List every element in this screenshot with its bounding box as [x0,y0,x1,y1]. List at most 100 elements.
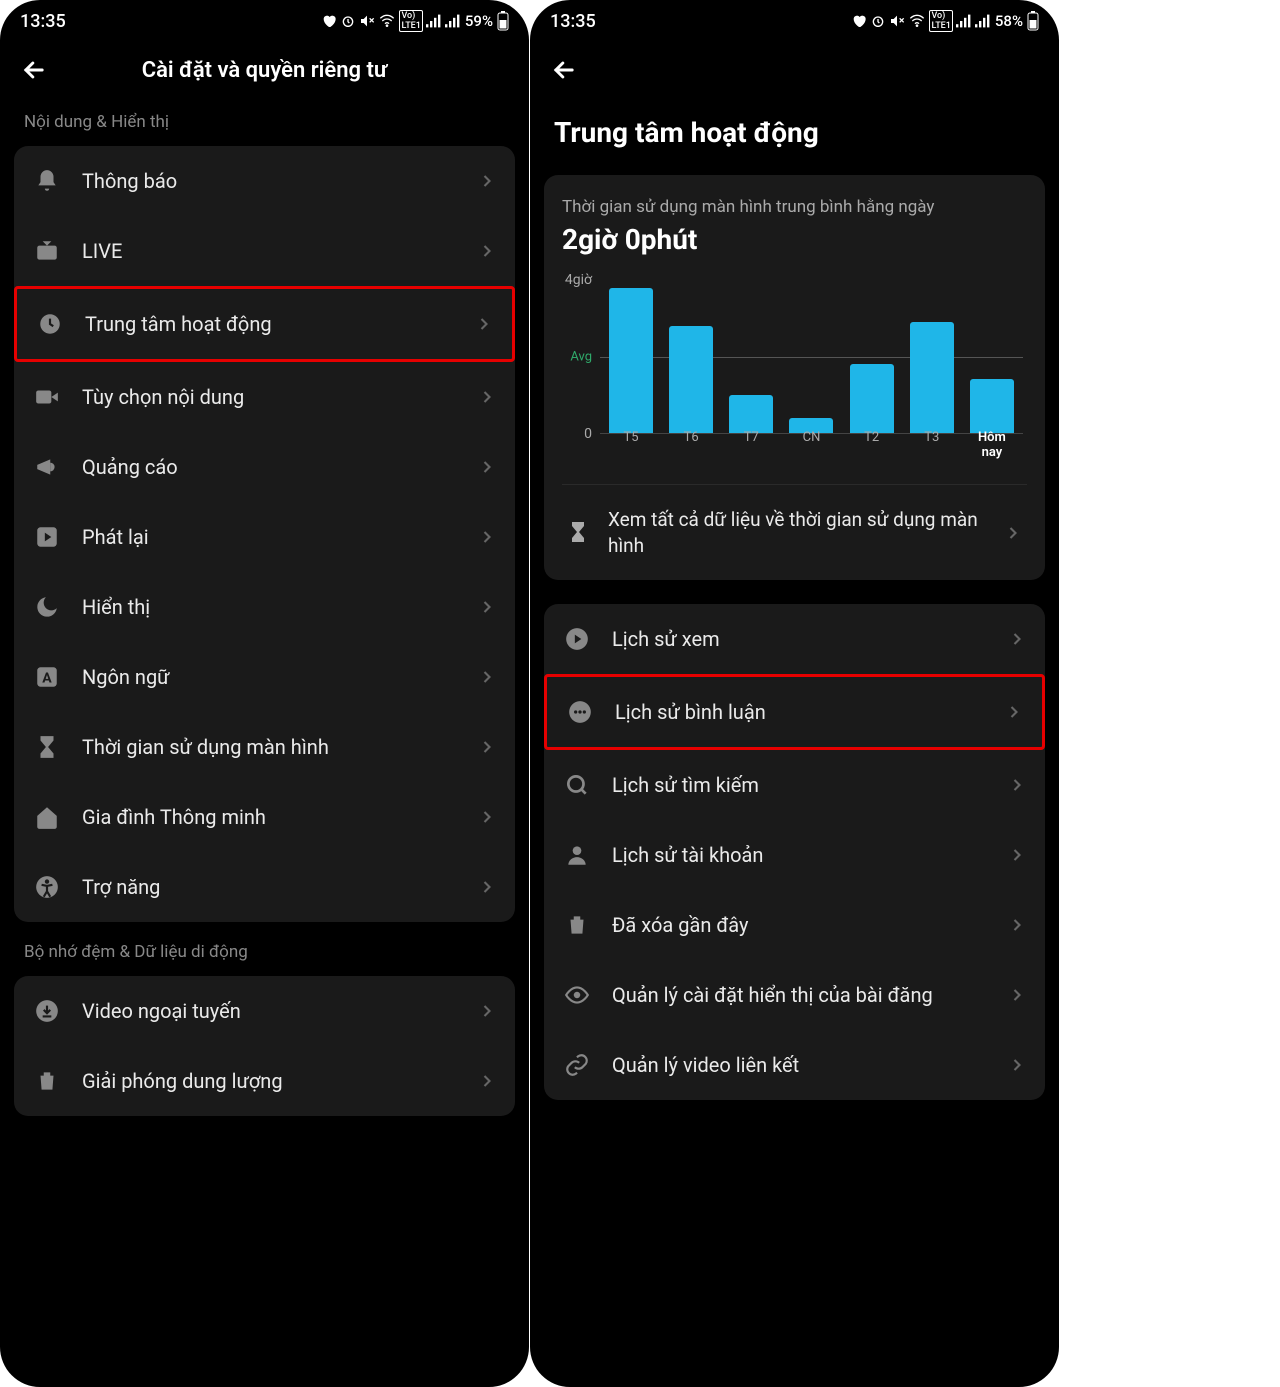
list-item-label: Trợ năng [82,875,477,899]
chart-area: 4giờ Avg 0 T5T6T7CNT2T3Hôm nay [600,280,1023,460]
history-item-eye[interactable]: Quản lý cài đặt hiển thị của bài đăng [544,960,1045,1030]
accessibility-icon [32,872,62,902]
x-label: Hôm nay [970,430,1014,460]
chart-bar [669,326,713,433]
chevron-right-icon [1007,985,1027,1005]
status-right: Vo)LTE1 58% [851,10,1039,32]
clock-icon [35,309,65,339]
download-icon [32,996,62,1026]
megaphone-icon [32,452,62,482]
bell-icon [32,166,62,196]
settings-item-moon[interactable]: Hiển thị [14,572,515,642]
history-item-link[interactable]: Quản lý video liên kết [544,1030,1045,1100]
settings-card-2: Video ngoại tuyến Giải phóng dung lượng [14,976,515,1116]
x-label: T6 [669,430,713,460]
battery-percent: 58% [995,12,1023,30]
chevron-right-icon [1007,1055,1027,1075]
settings-item-clock[interactable]: Trung tâm hoạt động [14,286,515,362]
list-item-label: Tùy chọn nội dung [82,385,477,409]
list-item-label: Đã xóa gần đây [612,913,1007,937]
search-icon [562,770,592,800]
settings-item-tv[interactable]: LIVE [14,216,515,286]
chevron-right-icon [1007,915,1027,935]
chart-bar [850,364,894,433]
mute-icon [359,13,375,29]
x-label: CN [789,430,833,460]
list-item-label: Phát lại [82,525,477,549]
history-item-play-circle[interactable]: Lịch sử xem [544,604,1045,674]
signal-icon-2 [445,14,461,28]
settings-item-lang[interactable]: ANgôn ngữ [14,642,515,712]
moon-icon [32,592,62,622]
cache-item-trash[interactable]: Giải phóng dung lượng [14,1046,515,1116]
heart-icon [321,13,337,29]
comment-icon [565,697,595,727]
settings-item-home[interactable]: Gia đình Thông minh [14,782,515,852]
list-item-label: Lịch sử tài khoản [612,843,1007,867]
play-circle-icon [562,624,592,654]
chevron-right-icon [477,877,497,897]
chart-plot [600,280,1023,434]
chevron-right-icon [1004,702,1024,722]
battery-icon [497,11,509,31]
y-label-zero: 0 [584,426,592,442]
chevron-right-icon [1003,523,1023,543]
list-item-label: Hiển thị [82,595,477,619]
chart-bar [970,379,1014,433]
settings-item-play-square[interactable]: Phát lại [14,502,515,572]
list-item-label: Lịch sử bình luận [615,700,1004,724]
chart-bars [600,280,1023,433]
history-item-search[interactable]: Lịch sử tìm kiếm [544,750,1045,820]
list-item-label: Thời gian sử dụng màn hình [82,735,477,759]
settings-item-megaphone[interactable]: Quảng cáo [14,432,515,502]
chevron-right-icon [477,171,497,191]
list-item-label: Lịch sử xem [612,627,1007,651]
list-item-label: Giải phóng dung lượng [82,1069,477,1093]
battery-icon [1027,11,1039,31]
back-button[interactable] [16,52,52,88]
list-item-label: Lịch sử tìm kiếm [612,773,1007,797]
settings-item-accessibility[interactable]: Trợ năng [14,852,515,922]
back-arrow-icon [550,56,578,84]
tv-icon [32,236,62,266]
chevron-right-icon [1007,845,1027,865]
chart-bar [729,395,773,433]
header: Cài đặt và quyền riêng tư [0,38,529,98]
section-label-cache: Bộ nhớ đệm & Dữ liệu di động [0,928,529,970]
chevron-right-icon [477,527,497,547]
header [530,38,1059,98]
lang-icon: A [32,662,62,692]
settings-item-bell[interactable]: Thông báo [14,146,515,216]
chart-subtitle: Thời gian sử dụng màn hình trung bình hằ… [562,197,1027,217]
list-item-label: Trung tâm hoạt động [85,312,474,336]
status-time: 13:35 [550,11,596,32]
play-square-icon [32,522,62,552]
settings-item-hourglass[interactable]: Thời gian sử dụng màn hình [14,712,515,782]
view-all-screen-time[interactable]: Xem tất cả dữ liệu về thời gian sử dụng … [562,484,1027,580]
phone-left-settings: 13:35 Vo)LTE1 59% Cài đặt và quyền riêng… [0,0,529,1387]
header-title: Cài đặt và quyền riêng tư [0,58,529,83]
chevron-right-icon [477,667,497,687]
mute-icon [889,13,905,29]
history-card: Lịch sử xem Lịch sử bình luận Lịch sử tìm … [544,604,1045,1100]
settings-item-video[interactable]: Tùy chọn nội dung [14,362,515,432]
chart-bar [910,322,954,433]
heart-icon [851,13,867,29]
list-item-label: LIVE [82,239,477,263]
list-item-label: Quản lý cài đặt hiển thị của bài đăng [612,983,1007,1007]
screen-time-card: Thời gian sử dụng màn hình trung bình hằ… [544,175,1045,580]
chevron-right-icon [477,457,497,477]
back-button[interactable] [546,52,582,88]
chevron-right-icon [477,1001,497,1021]
history-item-trash[interactable]: Đã xóa gần đây [544,890,1045,960]
x-label: T7 [729,430,773,460]
list-item-label: Quản lý video liên kết [612,1053,1007,1077]
chevron-right-icon [477,387,497,407]
hourglass-icon [566,520,590,544]
history-item-comment[interactable]: Lịch sử bình luận [544,674,1045,750]
cache-item-download[interactable]: Video ngoại tuyến [14,976,515,1046]
chart-avg-value: 2giờ 0phút [562,223,1027,256]
history-item-user[interactable]: Lịch sử tài khoản [544,820,1045,890]
section-label-content: Nội dung & Hiển thị [0,98,529,140]
page-title: Trung tâm hoạt động [530,98,1059,169]
